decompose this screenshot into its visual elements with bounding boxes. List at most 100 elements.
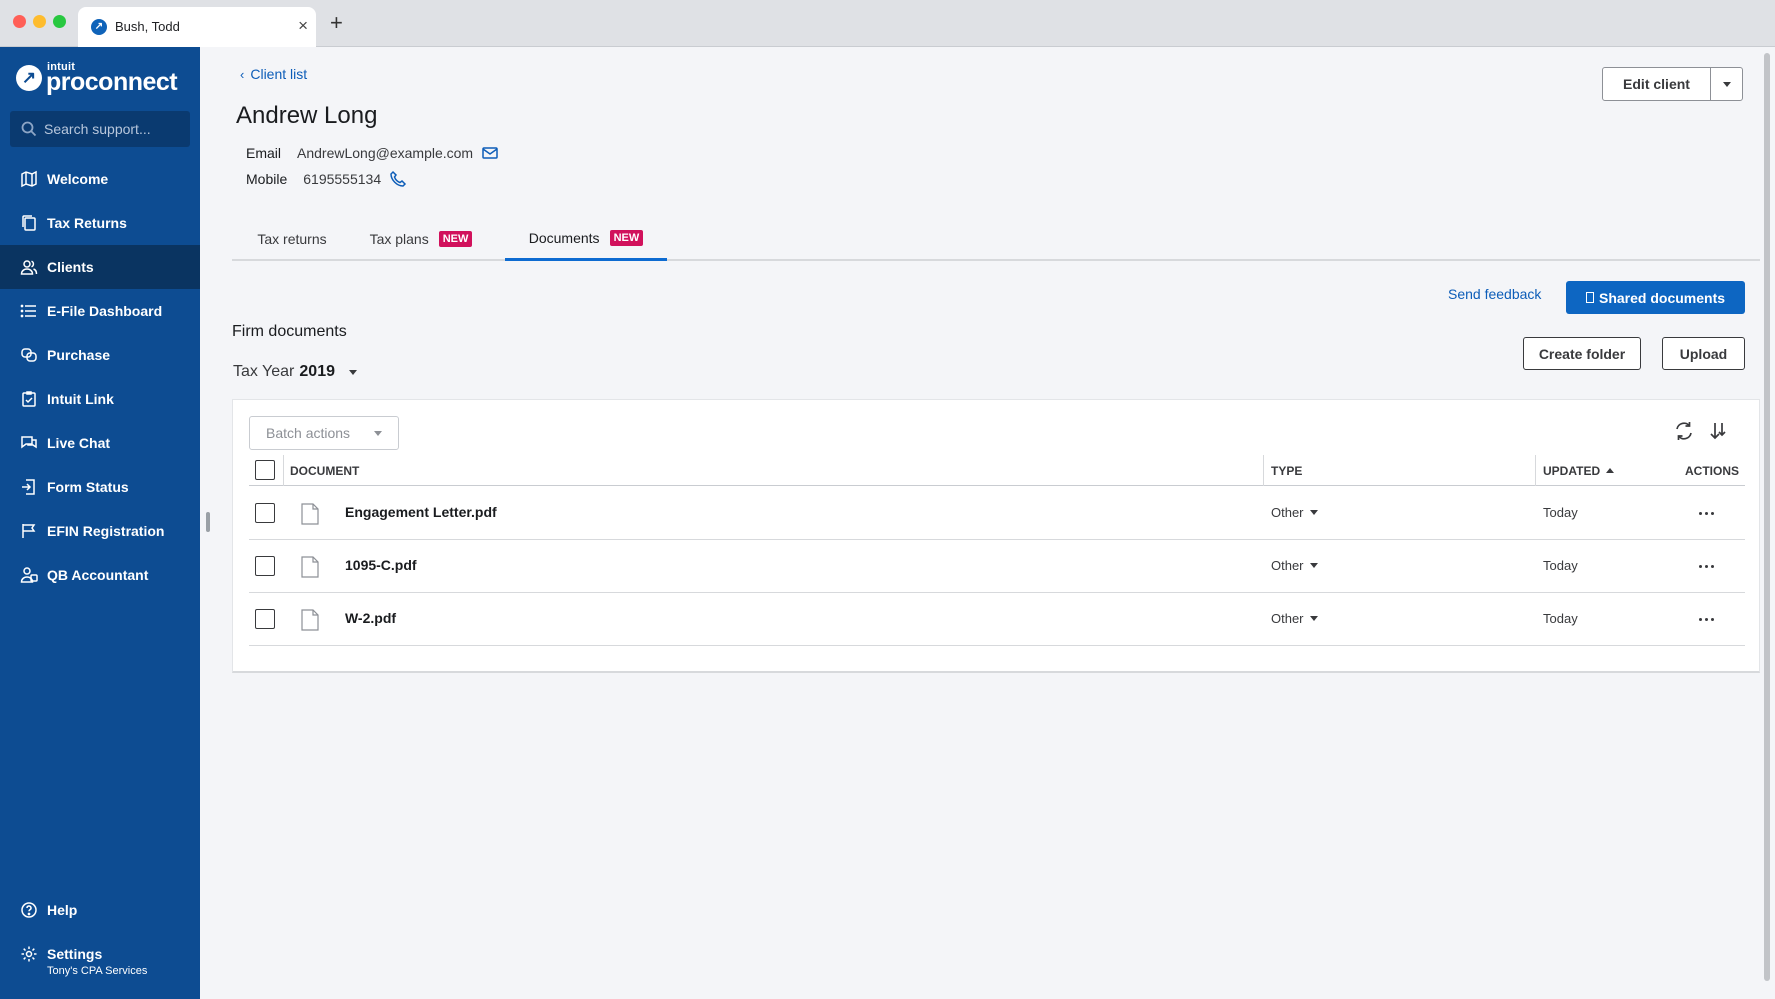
sidebar-item-efin-registration[interactable]: EFIN Registration (0, 509, 200, 553)
tab-tax-returns[interactable]: Tax returns (238, 217, 346, 261)
table-row: W-2.pdf Other Today (249, 593, 1745, 646)
type-dropdown[interactable]: Other (1271, 611, 1318, 626)
row-checkbox[interactable] (255, 503, 275, 523)
column-header-updated[interactable]: UPDATED (1543, 455, 1615, 486)
gear-icon (21, 946, 37, 962)
phone-icon[interactable] (389, 170, 407, 188)
page-scrollbar[interactable] (1762, 47, 1772, 999)
close-tab-icon[interactable]: × (298, 16, 308, 36)
envelope-icon[interactable] (481, 144, 499, 162)
sidebar-item-purchase[interactable]: Purchase (0, 333, 200, 377)
sidebar-item-e-file-dashboard[interactable]: E-File Dashboard (0, 289, 200, 333)
type-dropdown[interactable]: Other (1271, 505, 1318, 520)
scrollbar-thumb[interactable] (1764, 53, 1770, 981)
column-divider (1263, 455, 1264, 486)
mobile-value: 6195555134 (303, 171, 382, 187)
tab-tax-plans[interactable]: Tax plans NEW (346, 217, 496, 261)
document-name[interactable]: W-2.pdf (345, 610, 396, 626)
select-all-checkbox[interactable] (255, 460, 275, 480)
sidebar-item-welcome[interactable]: Welcome (0, 157, 200, 201)
proconnect-favicon-icon: ↗ (91, 19, 107, 35)
caret-down-icon (1309, 510, 1318, 515)
sidebar-item-label: Tax Returns (47, 215, 127, 231)
sidebar-item-live-chat[interactable]: Live Chat (0, 421, 200, 465)
client-list-link[interactable]: ‹ Client list (240, 66, 307, 82)
edit-client-button-group: Edit client (1602, 67, 1743, 101)
document-icon (301, 556, 319, 578)
row-checkbox[interactable] (255, 609, 275, 629)
row-checkbox[interactable] (255, 556, 275, 576)
more-actions-icon[interactable] (1691, 554, 1721, 578)
email-value: AndrewLong@example.com (297, 145, 474, 161)
search-support-input[interactable] (44, 111, 184, 147)
form-arrow-icon (22, 479, 35, 495)
chat-icon (21, 436, 37, 449)
edit-client-button[interactable]: Edit client (1603, 68, 1710, 100)
sidebar-resize-handle[interactable] (206, 512, 210, 532)
shared-documents-button[interactable]: Shared documents (1566, 281, 1745, 314)
sidebar-item-label: Clients (47, 259, 94, 275)
sidebar-item-form-status[interactable]: Form Status (0, 465, 200, 509)
tab-documents[interactable]: Documents NEW (505, 217, 667, 261)
proconnect-logo-icon: ↗ (16, 65, 42, 91)
window-minimize-button[interactable] (33, 15, 46, 28)
column-header-type[interactable]: TYPE (1271, 455, 1302, 486)
batch-actions-label: Batch actions (266, 425, 351, 441)
tag-icon (21, 348, 37, 362)
browser-tab[interactable]: ↗ Bush, Todd × (78, 7, 316, 47)
caret-down-icon (374, 431, 382, 436)
sidebar-item-qb-accountant[interactable]: QB Accountant (0, 553, 200, 597)
document-icon (301, 503, 319, 525)
column-header-actions: ACTIONS (1685, 463, 1739, 478)
chevron-left-icon: ‹ (240, 67, 245, 82)
sidebar-item-tax-returns[interactable]: Tax Returns (0, 201, 200, 245)
create-folder-button[interactable]: Create folder (1523, 337, 1641, 370)
table-header: DOCUMENT TYPE UPDATED ACTIONS (249, 455, 1745, 486)
tax-year-value: 2019 (299, 363, 335, 380)
sidebar-bottom-nav: Help Settings Tony's CPA Services (0, 888, 200, 977)
tab-label: Tax returns (257, 231, 327, 247)
mobile-row: Mobile 6195555134 (246, 170, 407, 188)
sidebar-item-label: Live Chat (47, 435, 111, 451)
client-name: Andrew Long (236, 102, 378, 129)
email-label: Email (246, 145, 282, 161)
browser-tab-title: Bush, Todd (115, 19, 180, 34)
edit-client-dropdown[interactable] (1710, 68, 1742, 100)
column-header-document[interactable]: DOCUMENT (290, 455, 359, 486)
client-tabs: Tax returns Tax plans NEW Documents NEW (232, 217, 1760, 261)
sidebar-item-intuit-link[interactable]: Intuit Link (0, 377, 200, 421)
document-name[interactable]: 1095-C.pdf (345, 557, 417, 573)
mobile-label: Mobile (246, 171, 288, 187)
caret-down-icon (348, 369, 357, 375)
type-dropdown[interactable]: Other (1271, 558, 1318, 573)
new-tab-button[interactable]: + (330, 11, 343, 35)
table-row: Engagement Letter.pdf Other Today (249, 487, 1745, 540)
sidebar-item-label: E-File Dashboard (47, 303, 163, 319)
map-icon (21, 170, 37, 188)
window-close-button[interactable] (13, 15, 26, 28)
upload-button[interactable]: Upload (1662, 337, 1745, 370)
tax-year-selector[interactable]: Tax Year 2019 (233, 363, 357, 381)
document-icon (301, 609, 319, 631)
sidebar-item-clients[interactable]: Clients (0, 245, 200, 289)
send-feedback-link[interactable]: Send feedback (1448, 286, 1541, 302)
type-value: Other (1271, 505, 1304, 520)
batch-actions-dropdown[interactable]: Batch actions (249, 416, 399, 450)
more-actions-icon[interactable] (1691, 607, 1721, 631)
table-row: 1095-C.pdf Other Today (249, 540, 1745, 593)
sidebar: ↗ intuit proconnect Welcome Tax Returns … (0, 47, 200, 999)
main-content: ‹ Client list Andrew Long Email AndrewLon… (216, 47, 1760, 999)
sidebar-item-help[interactable]: Help (0, 888, 200, 932)
document-name[interactable]: Engagement Letter.pdf (345, 504, 497, 520)
refresh-icon[interactable] (1673, 420, 1695, 442)
updated-header-label: UPDATED (1543, 463, 1601, 478)
sidebar-item-label: Purchase (47, 347, 111, 363)
documents-table-panel: Batch actions DOCUMENT TYPE UPDATED ACTI… (232, 399, 1760, 673)
updated-value: Today (1543, 611, 1578, 626)
window-maximize-button[interactable] (53, 15, 66, 28)
sort-download-icon[interactable] (1707, 420, 1729, 442)
type-value: Other (1271, 611, 1304, 626)
more-actions-icon[interactable] (1691, 501, 1721, 525)
search-icon (21, 121, 37, 137)
new-badge: NEW (438, 231, 473, 247)
